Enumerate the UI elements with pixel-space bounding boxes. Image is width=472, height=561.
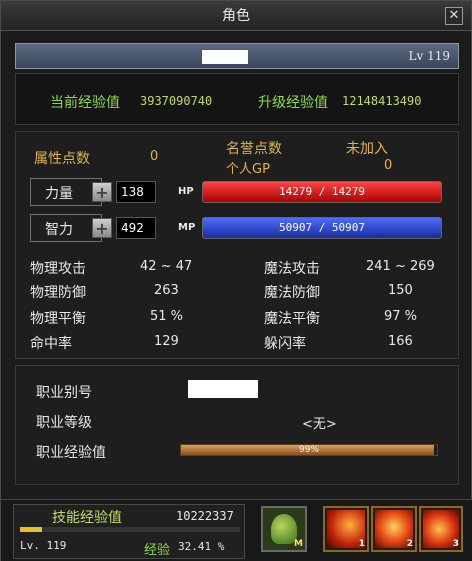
strength-label: 力量	[45, 186, 73, 202]
skill-exp-label: 技能经验值	[52, 510, 122, 526]
skill-level: Lv. 119	[20, 539, 67, 552]
personal-gp-label: 个人GP	[226, 162, 270, 177]
close-button[interactable]: ✕	[445, 7, 463, 25]
job-alias-redacted	[188, 380, 258, 398]
mp-label: MP	[178, 222, 196, 233]
character-level: Lv 119	[408, 49, 450, 63]
job-panel: 职业别号 职业等级 <无> 职业经验值 99%	[15, 365, 459, 485]
experience-panel: 当前经验值 3937090740 升级经验值 12148413490	[15, 73, 459, 125]
stat-value: 51 %	[150, 309, 184, 324]
hotbar-slot-character[interactable]: M	[261, 506, 307, 552]
skill-exp-value: 10222337	[176, 509, 234, 523]
stat-label: 物理攻击	[30, 261, 86, 277]
skill-exp-fill	[20, 527, 42, 532]
hotbar-slot-2[interactable]: 2	[371, 506, 417, 552]
mp-bar: 50907 / 50907	[202, 217, 442, 239]
stat-label: 命中率	[30, 336, 72, 352]
job-exp-text: 99%	[298, 445, 319, 455]
job-level-value: <无>	[302, 417, 337, 432]
hotkey-label: 2	[406, 539, 413, 549]
intelligence-label: 智力	[45, 222, 73, 238]
current-exp-label: 当前经验值	[50, 95, 120, 111]
attribute-points-label: 属性点数	[34, 151, 90, 167]
attribute-points-value: 0	[150, 149, 159, 164]
hotkey-label: 3	[452, 539, 459, 549]
intelligence-plus-button[interactable]: +	[92, 218, 112, 238]
stat-value: 150	[388, 283, 413, 298]
stat-label: 魔法攻击	[264, 261, 320, 277]
stat-value: 166	[388, 334, 413, 349]
window-title: 角色	[222, 8, 250, 24]
stat-label: 物理防御	[30, 285, 86, 301]
stat-value: 263	[154, 283, 179, 298]
stat-label: 魔法防御	[264, 285, 320, 301]
skill-exp-bar	[20, 527, 240, 532]
hotkey-label: 1	[358, 539, 365, 549]
window-titlebar[interactable]: 角色 ✕	[1, 1, 471, 31]
next-exp-value: 12148413490	[342, 94, 422, 108]
stat-label: 魔法平衡	[264, 311, 320, 327]
stat-label: 物理平衡	[30, 311, 86, 327]
stats-panel: 属性点数 0 名誉点数 未加入 个人GP 0 力量 + 138 HP 14279…	[15, 131, 459, 359]
character-window: 角色 ✕ Lv 119 当前经验值 3937090740 升级经验值 12148…	[0, 0, 472, 561]
strength-value: 138	[116, 181, 156, 203]
stat-value: 241 ~ 269	[366, 259, 435, 274]
skill-exp-percent: 32.41 %	[178, 540, 225, 553]
job-level-label: 职业等级	[36, 415, 92, 431]
strength-plus-button[interactable]: +	[92, 182, 112, 202]
job-alias-label: 职业别号	[36, 385, 92, 401]
bottom-bar: 技能经验值 10222337 Lv. 119 经验 32.41 % M 1 2 …	[1, 499, 472, 561]
hotkey-label: M	[294, 539, 303, 549]
stat-value: 42 ~ 47	[140, 259, 193, 274]
honor-points-value: 未加入	[346, 141, 388, 157]
hotbar-slot-3[interactable]: 3	[419, 506, 463, 552]
personal-gp-value: 0	[384, 158, 393, 173]
current-exp-value: 3937090740	[140, 94, 213, 108]
job-exp-label: 职业经验值	[36, 445, 106, 461]
intelligence-value: 492	[116, 217, 156, 239]
character-name-redacted	[202, 50, 248, 64]
hp-bar: 14279 / 14279	[202, 181, 442, 203]
honor-points-label: 名誉点数	[226, 141, 282, 157]
hotbar-slot-1[interactable]: 1	[323, 506, 369, 552]
stat-label: 躲闪率	[264, 336, 306, 352]
next-exp-label: 升级经验值	[258, 95, 328, 111]
hp-label: HP	[178, 186, 194, 197]
skill-exp-sub-label: 经验	[144, 543, 171, 558]
job-exp-bar: 99%	[180, 444, 438, 456]
stat-value: 129	[154, 334, 179, 349]
character-name-bar: Lv 119	[15, 43, 459, 69]
stat-value: 97 %	[384, 309, 418, 324]
skill-exp-box: 技能经验值 10222337 Lv. 119 经验 32.41 %	[13, 504, 245, 559]
